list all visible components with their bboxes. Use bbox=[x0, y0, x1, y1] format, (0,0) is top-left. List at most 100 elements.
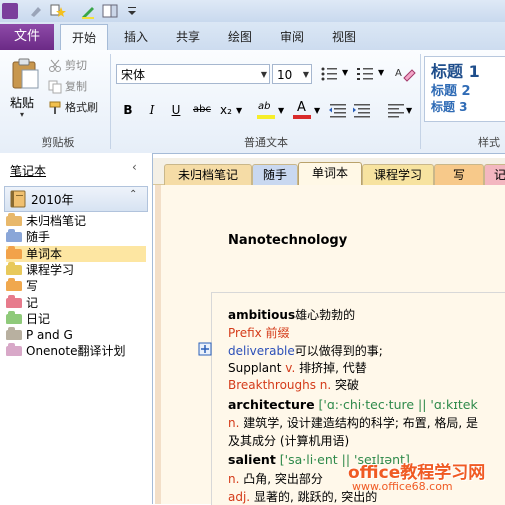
note-line[interactable]: deliverable可以做得到的事; bbox=[228, 342, 383, 359]
section-tab[interactable]: 写 bbox=[434, 164, 484, 185]
styles-gallery[interactable]: 标题 1 标题 2 标题 3 bbox=[424, 56, 505, 122]
numbering-icon[interactable] bbox=[356, 66, 376, 82]
copy-button[interactable]: 复制 bbox=[48, 78, 87, 96]
bullets-icon[interactable] bbox=[320, 66, 340, 82]
back-icon[interactable] bbox=[28, 3, 44, 19]
section-tab[interactable]: 随手 bbox=[252, 164, 298, 185]
underline-button[interactable]: U bbox=[166, 100, 186, 120]
cut-button[interactable]: 剪切 bbox=[48, 57, 87, 75]
section-item[interactable]: 随手 bbox=[6, 229, 146, 245]
note-line[interactable]: Breakthroughs n. 突破 bbox=[228, 376, 359, 393]
section-item[interactable]: 写 bbox=[6, 278, 146, 294]
style-heading-2[interactable]: 标题 2 bbox=[431, 80, 471, 99]
note-line[interactable]: n. 建筑学, 设计建造结构的科学; 布置, 格局, 是 bbox=[228, 414, 478, 431]
highlight-dropdown-icon[interactable]: ▼ bbox=[278, 106, 284, 115]
highlight-color-swatch bbox=[257, 115, 275, 119]
section-item[interactable]: 记 bbox=[6, 294, 146, 311]
paste-dropdown-icon[interactable]: ▾ bbox=[20, 110, 24, 119]
expand-outline-icon[interactable] bbox=[198, 342, 212, 356]
note-text-run: architecture bbox=[228, 397, 315, 412]
notebook-name: 2010年 bbox=[31, 193, 74, 207]
section-item[interactable]: Onenote翻译计划 bbox=[6, 343, 146, 359]
section-tab[interactable]: 未归档笔记 bbox=[164, 164, 252, 185]
section-item[interactable]: 单词本 bbox=[6, 245, 146, 262]
font-color-label: A bbox=[297, 100, 306, 115]
section-label: P and G bbox=[26, 328, 73, 343]
section-item[interactable]: P and G bbox=[6, 327, 146, 343]
align-icon[interactable] bbox=[386, 102, 406, 118]
note-text-run: 凸角, 突出部分 bbox=[239, 472, 323, 486]
subscript-button[interactable]: x₂ bbox=[216, 100, 236, 120]
italic-button[interactable]: I bbox=[142, 100, 162, 120]
numbering-dropdown-icon[interactable]: ▼ bbox=[378, 68, 384, 77]
bold-button[interactable]: B bbox=[118, 100, 138, 120]
font-color-swatch bbox=[293, 115, 311, 119]
bullets-dropdown-icon[interactable]: ▼ bbox=[342, 68, 348, 77]
outdent-icon[interactable] bbox=[328, 102, 348, 118]
note-text-run: adj. bbox=[228, 490, 251, 504]
collapse-pane-icon[interactable]: ‹ bbox=[132, 160, 137, 174]
note-text-run: 排挤掉, 代替 bbox=[295, 361, 367, 375]
tag-star-icon[interactable] bbox=[50, 3, 66, 19]
tab-view[interactable]: 视图 bbox=[322, 24, 366, 50]
section-item[interactable]: 未归档笔记 bbox=[6, 213, 146, 229]
note-text-run: 可以做得到的事; bbox=[294, 344, 383, 358]
tab-file[interactable]: 文件 bbox=[0, 24, 54, 50]
section-item[interactable]: 课程学习 bbox=[6, 261, 146, 278]
section-label: 单词本 bbox=[26, 246, 63, 261]
highlighter-icon[interactable] bbox=[80, 3, 96, 19]
style-heading-1[interactable]: 标题 1 bbox=[431, 58, 480, 82]
onenote-app-icon[interactable] bbox=[2, 3, 18, 19]
note-line[interactable]: architecture ['ɑ:·chi·tec·ture || 'ɑ:kɪt… bbox=[228, 397, 478, 412]
format-painter-button[interactable]: 格式刷 bbox=[48, 99, 98, 117]
subscript-dropdown-icon[interactable]: ▼ bbox=[236, 106, 242, 115]
section-icon bbox=[6, 278, 22, 292]
section-icon bbox=[6, 327, 22, 341]
align-dropdown-icon[interactable]: ▼ bbox=[406, 106, 412, 115]
indent-icon[interactable] bbox=[352, 102, 372, 118]
strikethrough-button[interactable]: abc bbox=[190, 100, 214, 120]
clear-formatting-icon[interactable]: A bbox=[394, 64, 416, 84]
font-color-button[interactable]: A bbox=[292, 100, 312, 120]
font-size-combo[interactable]: 10 ▼ bbox=[272, 64, 312, 84]
cut-label: 剪切 bbox=[65, 59, 87, 72]
note-line[interactable]: 及其成分 (计算机用语) bbox=[228, 432, 349, 449]
section-tab[interactable]: 单词本 bbox=[298, 162, 362, 186]
dock-window-icon[interactable] bbox=[102, 3, 118, 19]
style-heading-3[interactable]: 标题 3 bbox=[431, 98, 468, 115]
paste-button[interactable]: 粘贴 bbox=[10, 94, 34, 111]
paste-icon[interactable] bbox=[10, 58, 40, 90]
note-line[interactable]: n. 凸角, 突出部分 bbox=[228, 470, 323, 487]
section-label: 日记 bbox=[26, 311, 51, 326]
section-item[interactable]: 日记 bbox=[6, 310, 146, 327]
note-text-run: 及其成分 (计算机用语) bbox=[228, 434, 350, 448]
group-divider bbox=[420, 54, 421, 149]
section-label: Onenote翻译计划 bbox=[26, 344, 126, 359]
section-tab[interactable]: 记 bbox=[484, 164, 505, 185]
font-color-dropdown-icon[interactable]: ▼ bbox=[314, 106, 320, 115]
page-title[interactable]: Nanotechnology bbox=[228, 233, 347, 248]
tab-home[interactable]: 开始 bbox=[60, 24, 108, 52]
font-size-value: 10 bbox=[277, 68, 293, 82]
quick-access-toolbar bbox=[0, 0, 505, 22]
tab-insert[interactable]: 插入 bbox=[114, 24, 158, 50]
highlight-button[interactable]: ab bbox=[256, 100, 276, 120]
tab-share[interactable]: 共享 bbox=[166, 24, 210, 50]
note-text-run: n. bbox=[228, 416, 240, 430]
format-painter-label: 格式刷 bbox=[65, 101, 98, 114]
section-tab[interactable]: 课程学习 bbox=[362, 164, 434, 185]
font-name-combo[interactable]: 宋体 ▼ bbox=[116, 64, 270, 84]
section-label: 记 bbox=[26, 295, 39, 310]
customize-toolbar-icon[interactable] bbox=[124, 3, 140, 19]
note-line[interactable]: Prefix 前缀 bbox=[228, 324, 290, 341]
notebook-2010[interactable]: 2010年 ⌃ bbox=[4, 186, 148, 212]
note-line[interactable]: Supplant v. 排挤掉, 代替 bbox=[228, 359, 367, 376]
chevron-up-icon[interactable]: ⌃ bbox=[129, 189, 137, 200]
notebook-icon bbox=[10, 190, 26, 208]
note-text-run: ['ɑ:·chi·tec·ture || 'ɑ:kɪtek bbox=[314, 397, 478, 412]
notebooks-label[interactable]: 笔记本 bbox=[10, 162, 46, 179]
tab-review[interactable]: 审阅 bbox=[270, 24, 314, 50]
tab-draw[interactable]: 绘图 bbox=[218, 24, 262, 50]
note-line[interactable]: ambitious雄心勃勃的 bbox=[228, 306, 355, 323]
note-text-run: ambitious bbox=[228, 308, 296, 322]
